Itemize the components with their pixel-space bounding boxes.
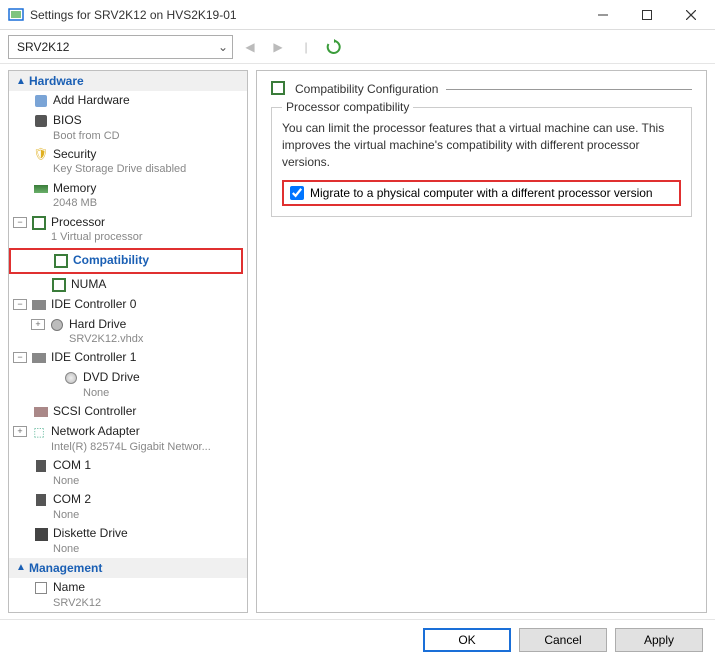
refresh-button[interactable] [323,36,345,58]
node-numa[interactable]: NUMA [9,275,247,295]
maximize-button[interactable] [625,1,669,29]
management-section-header[interactable]: ▲ Management [9,558,247,578]
nav-back-button[interactable]: ◀ [239,36,261,58]
collapse-icon: ▲ [13,76,29,87]
processor-icon [271,81,287,97]
migrate-checkbox-row[interactable]: Migrate to a physical computer with a di… [282,180,681,206]
vm-selector-dropdown[interactable]: SRV2K12 ⌄ [8,35,233,59]
node-ide1[interactable]: − IDE Controller 1 [9,348,247,368]
collapse-toggle[interactable]: − [13,352,27,363]
processor-icon [51,277,67,293]
collapse-toggle[interactable]: − [13,299,27,310]
titlebar: Settings for SRV2K12 on HVS2K19-01 [0,0,715,30]
group-description: You can limit the processor features tha… [282,120,681,170]
node-harddrive[interactable]: + Hard DriveSRV2K12.vhdx [9,315,247,349]
toolbar-separator: | [295,36,317,58]
node-security[interactable]: 🛡 SecurityKey Storage Drive disabled [9,145,247,179]
migrate-checkbox-label: Migrate to a physical computer with a di… [310,186,653,200]
node-diskette[interactable]: Diskette DriveNone [9,524,247,558]
panel-heading: Compatibility Configuration [271,81,692,97]
processor-compat-group: Processor compatibility You can limit th… [271,107,692,217]
ok-button[interactable]: OK [423,628,511,652]
processor-icon [53,253,69,269]
node-name[interactable]: NameSRV2K12 [9,578,247,612]
node-compatibility[interactable]: Compatibility [9,248,243,274]
node-dvd[interactable]: DVD DriveNone [9,368,247,402]
hardware-section-header[interactable]: ▲ Hardware [9,71,247,91]
shield-icon: 🛡 [33,147,49,163]
minimize-button[interactable] [581,1,625,29]
node-processor[interactable]: − Processor1 Virtual processor [9,213,247,247]
expand-toggle[interactable]: + [13,426,27,437]
hardware-label: Hardware [29,74,84,88]
node-network[interactable]: + ⬚ Network AdapterIntel(R) 82574L Gigab… [9,422,247,456]
window-title: Settings for SRV2K12 on HVS2K19-01 [30,8,581,22]
diskette-icon [33,526,49,542]
com-port-icon [33,458,49,474]
node-com1[interactable]: COM 1None [9,456,247,490]
migrate-checkbox[interactable] [290,186,304,200]
app-icon [8,7,24,23]
node-add-hardware[interactable]: Add Hardware [9,91,247,111]
dialog-footer: OK Cancel Apply [0,619,715,659]
panel-title-text: Compatibility Configuration [295,82,438,96]
content-panel: Compatibility Configuration Processor co… [256,70,707,613]
management-label: Management [29,561,102,575]
vm-selector-value: SRV2K12 [17,40,218,54]
node-bios[interactable]: BIOSBoot from CD [9,111,247,145]
scsi-icon [33,404,49,420]
processor-icon [31,215,47,231]
controller-icon [31,350,47,366]
network-icon: ⬚ [31,424,47,440]
collapse-toggle[interactable]: − [13,217,27,228]
node-scsi[interactable]: SCSI Controller [9,402,247,422]
chevron-down-icon: ⌄ [218,40,228,54]
nav-forward-button[interactable]: ▶ [267,36,289,58]
expand-toggle[interactable]: + [31,319,45,330]
settings-tree[interactable]: ▲ Hardware Add Hardware BIOSBoot from CD… [8,70,248,613]
node-ide0[interactable]: − IDE Controller 0 [9,295,247,315]
harddrive-icon [49,317,65,333]
add-hardware-icon [33,93,49,109]
node-integration[interactable]: Integration ServicesSome services offere… [9,612,247,613]
dvd-icon [63,370,79,386]
collapse-icon: ▲ [13,562,29,573]
name-icon [33,580,49,596]
node-memory[interactable]: Memory2048 MB [9,179,247,213]
memory-icon [33,181,49,197]
apply-button[interactable]: Apply [615,628,703,652]
heading-rule [446,89,692,90]
group-title: Processor compatibility [282,100,413,114]
cancel-button[interactable]: Cancel [519,628,607,652]
controller-icon [31,297,47,313]
bios-icon [33,113,49,129]
node-com2[interactable]: COM 2None [9,490,247,524]
com-port-icon [33,492,49,508]
toolbar: SRV2K12 ⌄ ◀ ▶ | [0,30,715,64]
close-button[interactable] [669,1,713,29]
